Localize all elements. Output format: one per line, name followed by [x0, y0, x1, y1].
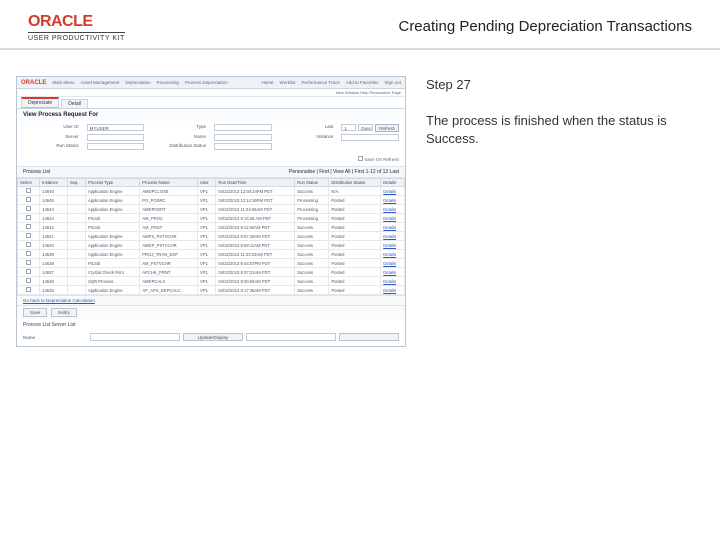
- bottom-controls: Name Update/Display: [17, 331, 405, 346]
- process-list-nav: Personalize | Find | View All | First 1-…: [289, 169, 399, 175]
- table-row: 14638PSJobAM_PSTVCHRVP104/22/2013 9:44:0…: [18, 259, 405, 268]
- table-row: 14635Application EngineAP_APX_DEPCALCVP1…: [18, 286, 405, 295]
- table-row: 14640Application EngineAMDP_PSTVCHRVP104…: [18, 241, 405, 250]
- process-list-title: Process List: [23, 169, 50, 175]
- logo-subtext: USER PRODUCTIVITY KIT: [28, 32, 125, 42]
- checkbox-icon[interactable]: [358, 156, 363, 161]
- row-checkbox[interactable]: [26, 242, 31, 247]
- save-button[interactable]: Save: [23, 308, 47, 317]
- back-link[interactable]: Go back to Depreciation Calculation: [23, 298, 95, 303]
- row-checkbox[interactable]: [26, 197, 31, 202]
- tab-depreciate[interactable]: Depreciate: [21, 97, 59, 108]
- last-field[interactable]: 1: [341, 124, 356, 131]
- details-link[interactable]: Details: [383, 288, 396, 293]
- table-row: 14646Application EngineAMDPCLOSEVP104/22…: [18, 187, 405, 196]
- bottom-name-field[interactable]: [90, 333, 180, 341]
- table-row: 14637Crystal Check PrintAPCHK_PRNTVP104/…: [18, 268, 405, 277]
- details-link[interactable]: Details: [383, 270, 396, 275]
- details-link[interactable]: Details: [383, 189, 396, 194]
- logo: ORACLE USER PRODUCTIVITY KIT: [28, 14, 125, 42]
- tabs: Depreciate Detail: [17, 97, 405, 109]
- row-checkbox[interactable]: [26, 224, 31, 229]
- row-checkbox[interactable]: [26, 251, 31, 256]
- tab-detail[interactable]: Detail: [61, 99, 88, 108]
- notify-button[interactable]: Notify: [51, 308, 77, 317]
- refresh-button[interactable]: Refresh: [375, 124, 399, 132]
- row-checkbox[interactable]: [26, 269, 31, 274]
- table-row: 14644Application EngineAMDPCERTVP104/22/…: [18, 205, 405, 214]
- table-row: 14639Application EnginePROJ_TRAN_EXPVP10…: [18, 250, 405, 259]
- table-row: 14642PSJobAM_POSTVP104/22/2013 9:11:50AM…: [18, 223, 405, 232]
- subtabs: Process List Server List: [17, 319, 405, 331]
- server-field[interactable]: [87, 134, 145, 141]
- row-checkbox[interactable]: [26, 206, 31, 211]
- page-title: Creating Pending Depreciation Transactio…: [398, 18, 692, 35]
- section-title: View Process Request For: [17, 109, 405, 121]
- instance-field[interactable]: [341, 134, 399, 141]
- runstatus-field[interactable]: [87, 143, 145, 150]
- details-link[interactable]: Details: [383, 207, 396, 212]
- filter-form: User ID MYUSER Type Last 1 Days Refresh …: [17, 121, 405, 154]
- row-checkbox[interactable]: [26, 215, 31, 220]
- table-row: 14636SQR ProcessAMDPCALCVP104/22/2013 9:…: [18, 277, 405, 286]
- process-table: SelectInstanceSeq. Process TypeProcess N…: [17, 178, 405, 295]
- details-link[interactable]: Details: [383, 252, 396, 257]
- diststatus-field[interactable]: [214, 143, 272, 150]
- footer-bar: Go back to Depreciation Calculation: [17, 295, 405, 305]
- row-checkbox[interactable]: [26, 287, 31, 292]
- update-button[interactable]: Update/Display: [183, 333, 243, 341]
- userid-field[interactable]: MYUSER: [87, 124, 145, 131]
- details-link[interactable]: Details: [383, 216, 396, 221]
- logo-text: ORACLE: [28, 14, 125, 30]
- row-checkbox[interactable]: [26, 188, 31, 193]
- details-link[interactable]: Details: [383, 243, 396, 248]
- app-topbar: ORACLE Main Menu Asset Management Deprec…: [17, 77, 405, 89]
- helper-links: New Window Help Personalize Page: [17, 89, 405, 97]
- row-checkbox[interactable]: [26, 278, 31, 283]
- details-link[interactable]: Details: [383, 261, 396, 266]
- row-checkbox[interactable]: [26, 233, 31, 238]
- details-link[interactable]: Details: [383, 225, 396, 230]
- units-field[interactable]: Days: [358, 124, 373, 131]
- type-field[interactable]: [214, 124, 272, 131]
- details-link[interactable]: Details: [383, 234, 396, 239]
- step-label: Step 27: [426, 76, 692, 94]
- name-field[interactable]: [214, 134, 272, 141]
- table-row: 14643PSJobAM_PROCVP104/22/2013 9:14:26 A…: [18, 214, 405, 223]
- instruction-text: The process is finished when the status …: [426, 112, 692, 148]
- bottom-last-field[interactable]: [246, 333, 336, 341]
- app-logo: ORACLE: [21, 80, 46, 86]
- last-button[interactable]: [339, 333, 399, 341]
- details-link[interactable]: Details: [383, 279, 396, 284]
- row-checkbox[interactable]: [26, 260, 31, 265]
- table-row: 14641Application EngineAMPS_PSTVCHRVP104…: [18, 232, 405, 241]
- details-link[interactable]: Details: [383, 198, 396, 203]
- table-row: 14645Application EnginePO_POSRCVP104/22/…: [18, 196, 405, 205]
- screenshot-app: ORACLE Main Menu Asset Management Deprec…: [16, 76, 406, 347]
